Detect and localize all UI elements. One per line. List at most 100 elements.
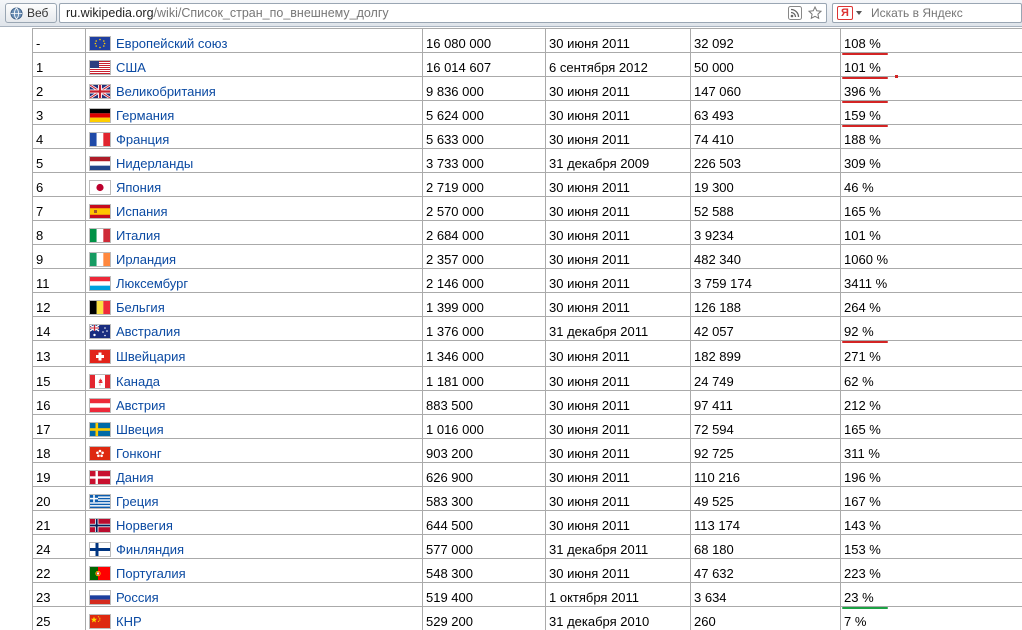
date-cell: 31 декабря 2011	[545, 316, 691, 341]
flag-cn-icon[interactable]	[89, 613, 111, 629]
country-link[interactable]: Австралия	[116, 324, 180, 339]
country-link[interactable]: США	[116, 60, 146, 75]
country-link[interactable]: Австрия	[116, 398, 165, 413]
flag-gr-icon[interactable]	[89, 493, 111, 509]
date-cell: 1 октября 2011	[545, 582, 691, 607]
flag-at-icon[interactable]	[89, 397, 111, 413]
country-link[interactable]: Россия	[116, 590, 159, 605]
table-row: 22 Португалия 548 300 30 июня 2011 47 632 223…	[32, 558, 1022, 583]
per-capita-cell: 147 060	[690, 76, 841, 101]
flag-it-icon[interactable]	[89, 227, 111, 243]
per-capita-cell: 113 174	[690, 510, 841, 535]
country-cell: Ирландия	[85, 244, 423, 269]
date-cell: 30 июня 2011	[545, 196, 691, 221]
country-link[interactable]: Европейский союз	[116, 36, 227, 51]
flag-fr-icon[interactable]	[89, 131, 111, 147]
rank-cell: 13	[32, 340, 86, 367]
address-bar[interactable]: ru.wikipedia.org/wiki/Список_стран_по_вн…	[59, 3, 827, 23]
rank-cell: 16	[32, 390, 86, 415]
country-link[interactable]: Швейцария	[116, 349, 185, 364]
rank-cell: 17	[32, 414, 86, 439]
flag-fi-icon[interactable]	[89, 541, 111, 557]
country-link[interactable]: Финляндия	[116, 542, 184, 557]
percent-value: 223 %	[844, 565, 881, 581]
chevron-down-icon[interactable]	[856, 11, 862, 15]
country-link[interactable]: Норвегия	[116, 518, 173, 533]
country-cell: Россия	[85, 582, 423, 607]
rank-cell: 5	[32, 148, 86, 173]
flag-ru-icon[interactable]	[89, 589, 111, 605]
gdp-percent-cell: 311 %	[840, 438, 1022, 463]
country-link[interactable]: Италия	[116, 228, 160, 243]
table-row: 6 Япония 2 719 000 30 июня 2011 19 300 46 %	[32, 172, 1022, 197]
flag-ie-icon[interactable]	[89, 251, 111, 267]
country-link[interactable]: Люксембург	[116, 276, 188, 291]
country-link[interactable]: Португалия	[116, 566, 186, 581]
country-cell: Германия	[85, 100, 423, 125]
flag-es-icon[interactable]	[89, 203, 111, 219]
flag-gb-icon[interactable]	[89, 83, 111, 99]
flag-au-icon[interactable]	[89, 323, 111, 339]
url-text[interactable]: ru.wikipedia.org/wiki/Список_стран_по_вн…	[66, 6, 389, 20]
country-link[interactable]: КНР	[116, 614, 142, 629]
gdp-percent-cell: 165 %	[840, 196, 1022, 221]
country-cell: Австрия	[85, 390, 423, 415]
flag-hk-icon[interactable]	[89, 445, 111, 461]
country-cell: Великобритания	[85, 76, 423, 101]
debt-cell: 2 357 000	[422, 244, 546, 269]
gdp-percent-cell: 223 %	[840, 558, 1022, 583]
country-link[interactable]: Япония	[116, 180, 161, 195]
gdp-percent-cell: 23 %	[840, 582, 1022, 609]
debt-cell: 548 300	[422, 558, 546, 583]
gdp-percent-cell: 101 %	[840, 52, 1022, 79]
percent-value: 196 %	[844, 469, 881, 485]
flag-se-icon[interactable]	[89, 421, 111, 437]
flag-eu-icon[interactable]	[89, 35, 111, 51]
rank-cell: 4	[32, 124, 86, 149]
country-link[interactable]: Германия	[116, 108, 174, 123]
per-capita-cell: 126 188	[690, 292, 841, 317]
country-link[interactable]: Гонконг	[116, 446, 162, 461]
flag-jp-icon[interactable]	[89, 179, 111, 195]
per-capita-cell: 42 057	[690, 316, 841, 341]
debt-cell: 1 016 000	[422, 414, 546, 439]
flag-nl-icon[interactable]	[89, 155, 111, 171]
country-link[interactable]: Дания	[116, 470, 154, 485]
flag-dk-icon[interactable]	[89, 469, 111, 485]
web-search-button[interactable]: Веб	[5, 3, 57, 23]
yandex-search-box[interactable]: Я	[832, 3, 1022, 23]
country-link[interactable]: Швеция	[116, 422, 164, 437]
search-input[interactable]	[871, 5, 1019, 21]
country-link[interactable]: Великобритания	[116, 84, 216, 99]
country-link[interactable]: Бельгия	[116, 300, 165, 315]
country-link[interactable]: Греция	[116, 494, 159, 509]
gdp-percent-cell: 143 %	[840, 510, 1022, 535]
flag-be-icon[interactable]	[89, 299, 111, 315]
flag-ch-icon[interactable]	[89, 348, 111, 364]
per-capita-cell: 260	[690, 606, 841, 630]
flag-no-icon[interactable]	[89, 517, 111, 533]
country-link[interactable]: Испания	[116, 204, 168, 219]
country-link[interactable]: Ирландия	[116, 252, 176, 267]
country-link[interactable]: Нидерланды	[116, 156, 193, 171]
flag-de-icon[interactable]	[89, 107, 111, 123]
rss-icon[interactable]	[788, 6, 802, 20]
debt-cell: 16 014 607	[422, 52, 546, 77]
debt-cell: 519 400	[422, 582, 546, 607]
table-row: 25 КНР 529 200 31 декабря 2010 260 7 %	[32, 606, 1022, 630]
debt-cell: 2 719 000	[422, 172, 546, 197]
flag-lu-icon[interactable]	[89, 275, 111, 291]
country-link[interactable]: Канада	[116, 374, 160, 389]
table-row: 7 Испания 2 570 000 30 июня 2011 52 588 165 %	[32, 196, 1022, 221]
flag-ca-icon[interactable]	[89, 373, 111, 389]
table-row: 2 Великобритания 9 836 000 30 июня 2011 147 …	[32, 76, 1022, 103]
star-icon[interactable]	[808, 6, 822, 20]
highlighted-percent: 101 %	[842, 59, 888, 79]
country-cell: Люксембург	[85, 268, 423, 293]
date-cell: 30 июня 2011	[545, 124, 691, 149]
country-link[interactable]: Франция	[116, 132, 169, 147]
per-capita-cell: 74 410	[690, 124, 841, 149]
flag-pt-icon[interactable]	[89, 565, 111, 581]
flag-us-icon[interactable]	[89, 59, 111, 75]
yandex-icon[interactable]: Я	[837, 6, 853, 20]
